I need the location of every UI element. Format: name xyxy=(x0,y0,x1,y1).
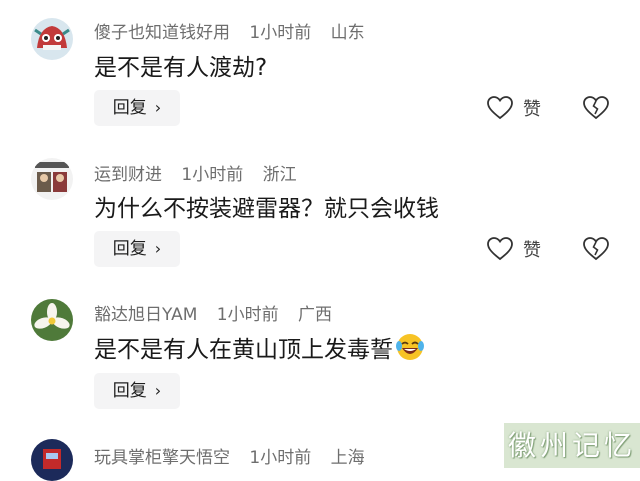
timestamp: 1小时前 xyxy=(181,165,244,185)
heart-outline-icon xyxy=(487,96,513,120)
reply-button[interactable]: 回复 › xyxy=(94,231,180,267)
like-button[interactable]: 赞 xyxy=(487,93,541,123)
reply-label: 回复 xyxy=(112,381,147,401)
reply-button[interactable]: 回复 › xyxy=(94,90,180,126)
username[interactable]: 运到财进 xyxy=(94,165,162,185)
broken-heart-icon[interactable] xyxy=(583,95,609,121)
username[interactable]: 豁达旭日YAM xyxy=(94,305,197,325)
avatar[interactable] xyxy=(31,439,73,481)
laughing-crying-emoji-icon xyxy=(396,334,424,360)
comment-meta: 玩具掌柜擎天悟空 1小时前 上海 xyxy=(94,443,379,468)
timestamp: 1小时前 xyxy=(216,305,279,325)
comment-text: 是不是有人在黄山顶上发毒誓 xyxy=(94,330,425,364)
location: 上海 xyxy=(330,448,365,468)
comment-text-content: 是不是有人在黄山顶上发毒誓 xyxy=(94,337,393,363)
comment-text: 是不是有人渡劫? xyxy=(94,55,268,81)
avatar[interactable] xyxy=(31,18,73,60)
comment-text: 为什么不按装避雷器？就只会收钱 xyxy=(94,196,439,222)
username[interactable]: 玩具掌柜擎天悟空 xyxy=(94,448,230,468)
reply-button[interactable]: 回复 › xyxy=(94,373,180,409)
reply-label: 回复 xyxy=(112,98,147,118)
heart-outline-icon xyxy=(487,237,513,261)
username[interactable]: 傻子也知道钱好用 xyxy=(94,23,230,43)
timestamp: 1小时前 xyxy=(249,23,312,43)
timestamp: 1小时前 xyxy=(249,448,312,468)
like-label: 赞 xyxy=(523,240,541,261)
location: 广西 xyxy=(298,305,333,325)
avatar[interactable] xyxy=(31,158,73,200)
like-label: 赞 xyxy=(523,99,541,120)
chevron-right-icon: › xyxy=(154,98,162,117)
comment-meta: 豁达旭日YAM 1小时前 广西 xyxy=(94,300,346,325)
like-button[interactable]: 赞 xyxy=(487,234,541,264)
location: 浙江 xyxy=(262,165,297,185)
reply-label: 回复 xyxy=(112,239,147,259)
broken-heart-icon[interactable] xyxy=(583,236,609,262)
avatar[interactable] xyxy=(31,299,73,341)
chevron-right-icon: › xyxy=(154,381,162,400)
comment-meta: 傻子也知道钱好用 1小时前 山东 xyxy=(94,18,379,43)
chevron-right-icon: › xyxy=(154,239,162,258)
location: 山东 xyxy=(330,23,365,43)
watermark: 徽州记忆 xyxy=(504,423,640,468)
comment-meta: 运到财进 1小时前 浙江 xyxy=(94,160,311,185)
